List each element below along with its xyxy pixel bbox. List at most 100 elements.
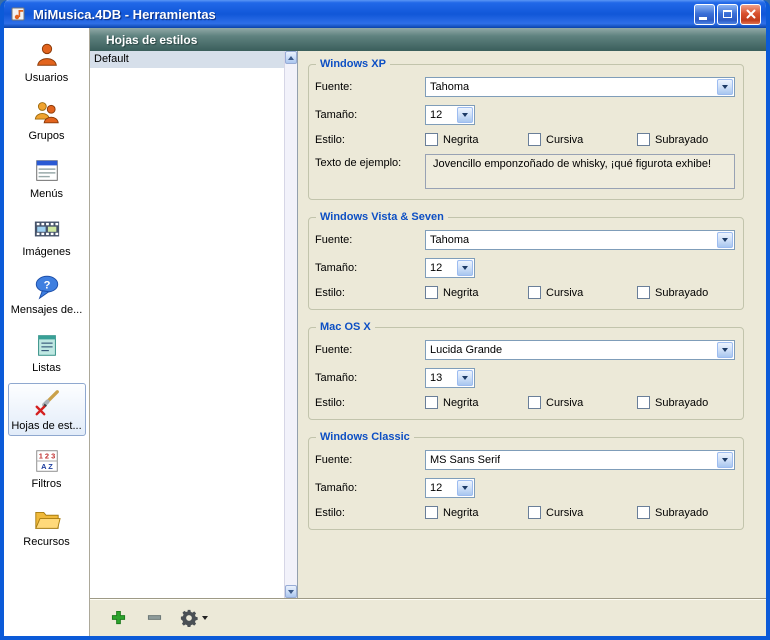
sidebar-item-mensajes[interactable]: ? Mensajes de... (8, 267, 86, 320)
group-windows-vista-seven: Windows Vista & Seven Fuente: Tahoma Tam… (308, 217, 744, 310)
underline-checkbox[interactable]: Subrayado (637, 396, 708, 409)
minus-icon (147, 610, 162, 625)
checkbox-icon[interactable] (528, 396, 541, 409)
sidebar-item-usuarios[interactable]: Usuarios (8, 35, 86, 88)
group-title: Windows Vista & Seven (316, 211, 448, 223)
close-button[interactable] (740, 4, 761, 25)
underline-checkbox[interactable]: Subrayado (637, 506, 708, 519)
checkbox-icon[interactable] (637, 286, 650, 299)
chevron-down-icon[interactable] (457, 107, 473, 123)
checkbox-icon[interactable] (528, 133, 541, 146)
chevron-down-icon[interactable] (457, 370, 473, 386)
chevron-down-icon[interactable] (717, 79, 733, 95)
group-title: Windows Classic (316, 431, 414, 443)
stylesheet-list: Default (90, 51, 298, 598)
checkbox-icon[interactable] (528, 286, 541, 299)
images-icon (31, 214, 63, 244)
app-window: MiMusica.4DB - Herramientas Usuarios (0, 0, 770, 640)
checkbox-icon[interactable] (425, 286, 438, 299)
scroll-up-button[interactable] (285, 51, 297, 64)
size-select[interactable]: 12 (425, 258, 475, 278)
sidebar-item-label: Filtros (32, 478, 62, 490)
font-select[interactable]: MS Sans Serif (425, 450, 735, 470)
group-windows-xp: Windows XP Fuente: Tahoma Tamaño: 12 (308, 64, 744, 200)
size-select[interactable]: 13 (425, 368, 475, 388)
checkbox-icon[interactable] (637, 396, 650, 409)
plus-icon (111, 610, 126, 625)
font-select[interactable]: Lucida Grande (425, 340, 735, 360)
settings-menu-button[interactable] (180, 609, 208, 627)
app-icon (10, 5, 28, 23)
italic-checkbox[interactable]: Cursiva (528, 286, 637, 299)
style-label: Estilo: (315, 397, 425, 409)
chevron-down-icon[interactable] (717, 342, 733, 358)
add-button[interactable] (108, 608, 128, 628)
sidebar-item-grupos[interactable]: Grupos (8, 93, 86, 146)
size-select[interactable]: 12 (425, 478, 475, 498)
maximize-button[interactable] (717, 4, 738, 25)
sidebar-item-label: Menús (30, 188, 63, 200)
checkbox-icon[interactable] (425, 506, 438, 519)
sidebar-item-label: Usuarios (25, 72, 68, 84)
close-icon (746, 9, 756, 19)
bold-checkbox[interactable]: Negrita (425, 133, 528, 146)
style-label: Estilo: (315, 287, 425, 299)
list-scrollbar[interactable] (284, 51, 297, 598)
checkbox-icon[interactable] (425, 396, 438, 409)
font-select[interactable]: Tahoma (425, 77, 735, 97)
svg-text:A Z: A Z (41, 462, 53, 471)
sidebar-item-label: Grupos (28, 130, 64, 142)
font-label: Fuente: (315, 234, 425, 246)
sidebar-item-imagenes[interactable]: Imágenes (8, 209, 86, 262)
scroll-down-button[interactable] (285, 585, 297, 598)
arrow-down-icon (288, 590, 294, 594)
size-label: Tamaño: (315, 262, 425, 274)
sidebar-item-label: Imágenes (22, 246, 70, 258)
sidebar: Usuarios Grupos (4, 28, 90, 636)
size-label: Tamaño: (315, 372, 425, 384)
font-label: Fuente: (315, 454, 425, 466)
group-mac-os-x: Mac OS X Fuente: Lucida Grande Tamaño: (308, 327, 744, 420)
remove-button[interactable] (144, 608, 164, 628)
sidebar-item-menus[interactable]: Menús (8, 151, 86, 204)
italic-checkbox[interactable]: Cursiva (528, 396, 637, 409)
titlebar: MiMusica.4DB - Herramientas (4, 0, 766, 28)
chevron-down-icon[interactable] (717, 232, 733, 248)
chevron-down-icon[interactable] (457, 480, 473, 496)
user-icon (31, 40, 63, 70)
font-select[interactable]: Tahoma (425, 230, 735, 250)
bold-checkbox[interactable]: Negrita (425, 286, 528, 299)
group-windows-classic: Windows Classic Fuente: MS Sans Serif Ta… (308, 437, 744, 530)
gear-icon (180, 609, 198, 627)
checkbox-icon[interactable] (528, 506, 541, 519)
minimize-button[interactable] (694, 4, 715, 25)
sample-label: Texto de ejemplo: (315, 154, 425, 169)
bold-checkbox[interactable]: Negrita (425, 396, 528, 409)
sidebar-item-label: Hojas de est... (11, 420, 81, 432)
sidebar-item-hojas-de-estilos[interactable]: Hojas de est... (8, 383, 86, 436)
sidebar-item-recursos[interactable]: Recursos (8, 499, 86, 552)
maximize-icon (723, 10, 732, 18)
checkbox-icon[interactable] (425, 133, 438, 146)
sidebar-item-listas[interactable]: Listas (8, 325, 86, 378)
italic-checkbox[interactable]: Cursiva (528, 133, 637, 146)
style-label: Estilo: (315, 134, 425, 146)
size-label: Tamaño: (315, 482, 425, 494)
sidebar-item-filtros[interactable]: 1 2 3 A Z Filtros (8, 441, 86, 494)
bold-checkbox[interactable]: Negrita (425, 506, 528, 519)
filter-icon: 1 2 3 A Z (31, 446, 63, 476)
italic-checkbox[interactable]: Cursiva (528, 506, 637, 519)
font-label: Fuente: (315, 344, 425, 356)
checkbox-icon[interactable] (637, 133, 650, 146)
menu-icon (31, 156, 63, 186)
chevron-down-icon[interactable] (457, 260, 473, 276)
underline-checkbox[interactable]: Subrayado (637, 286, 708, 299)
list-item-default[interactable]: Default (90, 51, 284, 68)
underline-checkbox[interactable]: Subrayado (637, 133, 708, 146)
checkbox-icon[interactable] (637, 506, 650, 519)
chevron-down-icon (202, 616, 208, 620)
size-select[interactable]: 12 (425, 105, 475, 125)
settings-panel: Windows XP Fuente: Tahoma Tamaño: 12 (298, 51, 766, 598)
group-title: Mac OS X (316, 321, 375, 333)
chevron-down-icon[interactable] (717, 452, 733, 468)
